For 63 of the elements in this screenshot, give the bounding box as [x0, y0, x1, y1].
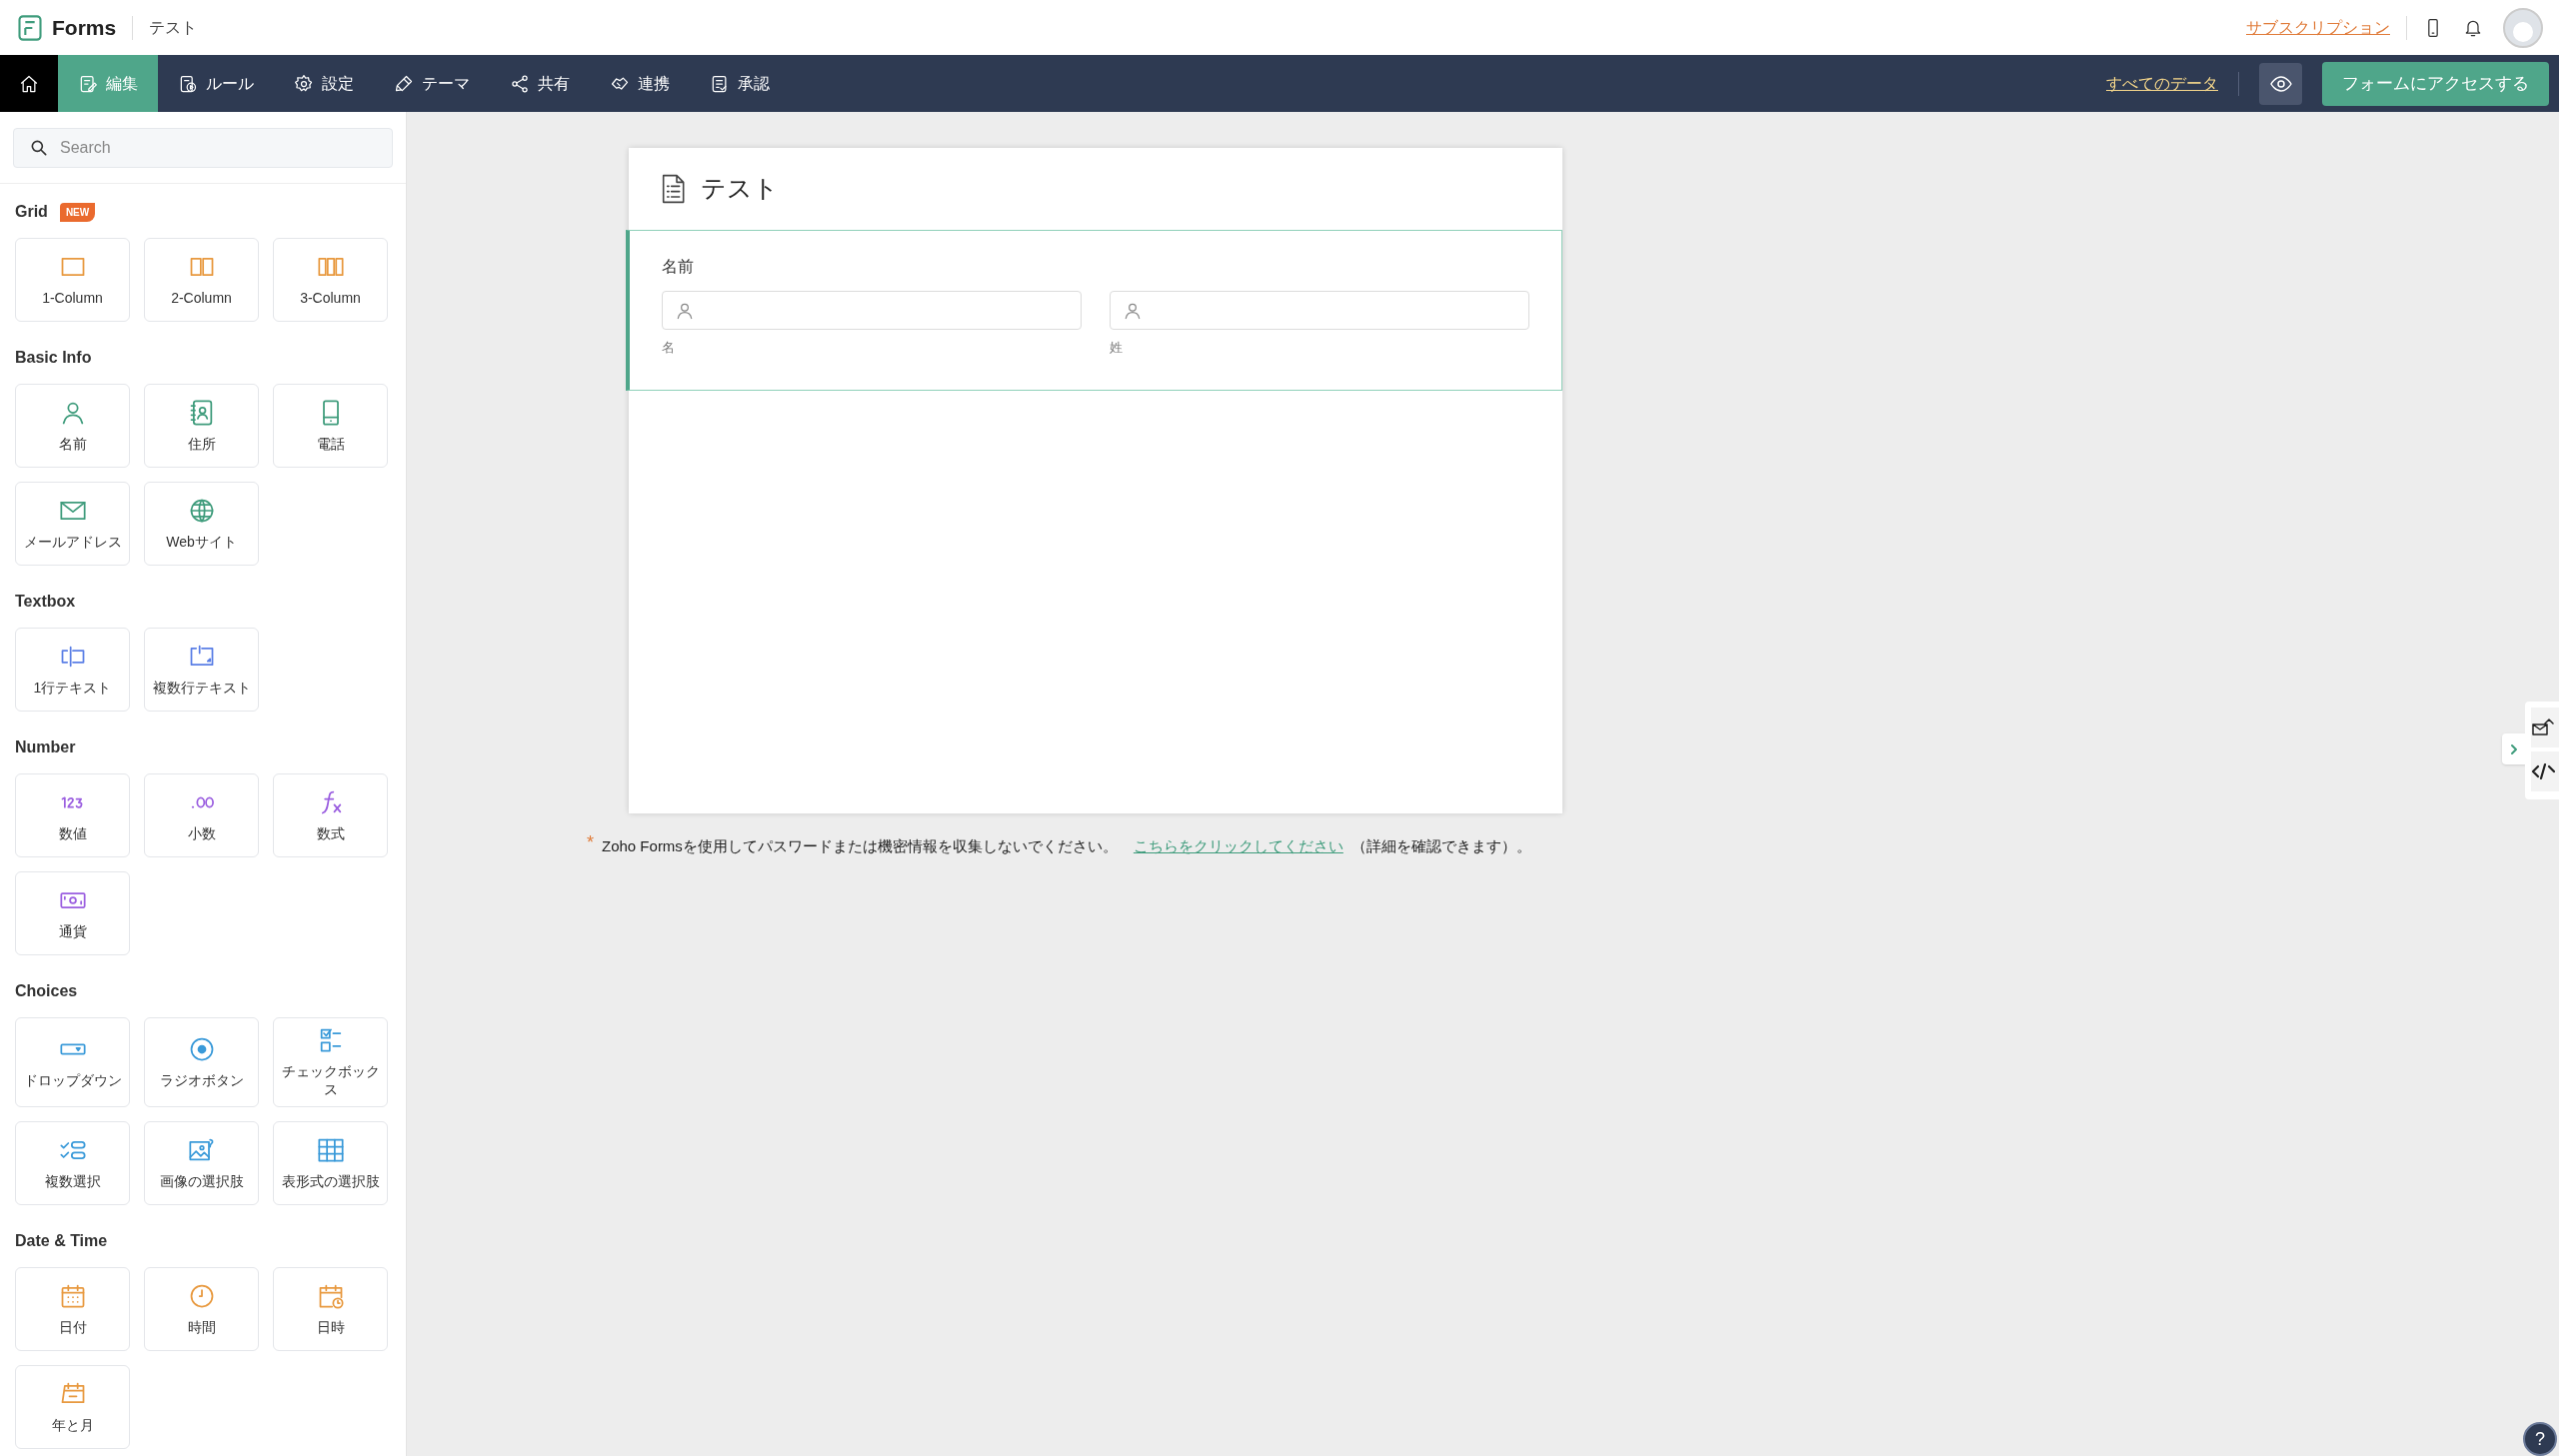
- section-heading: Basic Info: [15, 348, 92, 368]
- sublabel: 姓: [1110, 339, 1124, 357]
- nav-tab[interactable]: ルール: [158, 55, 274, 112]
- field-type-tile[interactable]: メールアドレス: [15, 482, 130, 566]
- nav-tab[interactable]: 共有: [490, 55, 590, 112]
- field-type-tile[interactable]: 年と月: [15, 1365, 130, 1450]
- field-type-tile[interactable]: Webサイト: [144, 482, 259, 566]
- field-type-tile[interactable]: 数値: [15, 773, 130, 857]
- section-heading: Grid: [15, 202, 48, 222]
- all-data-link[interactable]: すべてのデータ: [2106, 71, 2218, 96]
- edit-form-icon: [78, 73, 98, 94]
- field-type-tile[interactable]: 画像の選択肢: [144, 1121, 259, 1206]
- field-type-tile[interactable]: 日付: [15, 1267, 130, 1352]
- settings-icon: [294, 73, 314, 94]
- field-type-tile[interactable]: 3-Column: [273, 238, 388, 322]
- home-button[interactable]: [0, 55, 58, 112]
- field-type-tile[interactable]: 通貨: [15, 871, 130, 955]
- document-play-icon: [178, 73, 198, 94]
- search-icon: [29, 138, 49, 158]
- new-badge: NEW: [59, 202, 96, 222]
- search-field[interactable]: Search: [13, 128, 393, 168]
- field-type-tile[interactable]: ラジオボタン: [144, 1017, 259, 1108]
- field-type-tile[interactable]: 名前: [15, 384, 130, 468]
- field-type-tile[interactable]: 複数選択: [15, 1121, 130, 1206]
- home-icon: [19, 73, 39, 94]
- field-type-tile[interactable]: 1-Column: [15, 238, 130, 322]
- section-heading: Number: [15, 737, 76, 757]
- field-type-tile[interactable]: 小数: [144, 773, 259, 857]
- sublabel: 名: [662, 339, 676, 357]
- nav-tab[interactable]: 連携: [590, 55, 690, 112]
- checklist-document-icon: [710, 73, 730, 94]
- section-heading: Choices: [15, 981, 78, 1001]
- form-title: テスト: [701, 173, 779, 205]
- field-type-tile[interactable]: チェックボックス: [273, 1017, 388, 1108]
- form-name: テスト: [149, 17, 198, 38]
- app-name: Forms: [52, 14, 117, 41]
- field-type-tile[interactable]: 表形式の選択肢: [273, 1121, 388, 1206]
- field-type-tile[interactable]: 1行テキスト: [15, 628, 130, 712]
- field-label: 名前: [662, 257, 695, 277]
- section-heading: Textbox: [15, 592, 76, 612]
- field-type-tile[interactable]: 住所: [144, 384, 259, 468]
- field-type-tile[interactable]: 電話: [273, 384, 388, 468]
- share-icon: [510, 73, 530, 94]
- nav-tab[interactable]: 承認: [690, 55, 790, 112]
- note-suffix: （詳細を確認できます）。: [1350, 836, 1531, 856]
- preview-button[interactable]: [2259, 62, 2302, 105]
- expand-button[interactable]: [2502, 733, 2526, 764]
- forms-logo-icon: [16, 13, 44, 42]
- asterisk-icon: *: [587, 828, 594, 856]
- field-type-tile[interactable]: 複数行テキスト: [144, 628, 259, 712]
- text-input[interactable]: [1110, 291, 1529, 330]
- field-type-tile[interactable]: 数式: [273, 773, 388, 857]
- warning-note: Zoho Formsを使用してパスワードまたは機密情報を収集しないでください。: [602, 836, 1118, 856]
- field-type-tile[interactable]: 時間: [144, 1267, 259, 1352]
- help-button[interactable]: ?: [2523, 1422, 2557, 1456]
- field-type-tile[interactable]: 2-Column: [144, 238, 259, 322]
- nav-tab[interactable]: テーマ: [374, 55, 490, 112]
- section-heading: Date & Time: [15, 1231, 108, 1252]
- nav-tab[interactable]: 設定: [274, 55, 374, 112]
- text-input[interactable]: [662, 291, 1082, 330]
- name-field-block[interactable]: 名前 名 姓: [626, 230, 1562, 391]
- field-type-tile[interactable]: 日時: [273, 1267, 388, 1352]
- field-type-tile[interactable]: ドロップダウン: [15, 1017, 130, 1108]
